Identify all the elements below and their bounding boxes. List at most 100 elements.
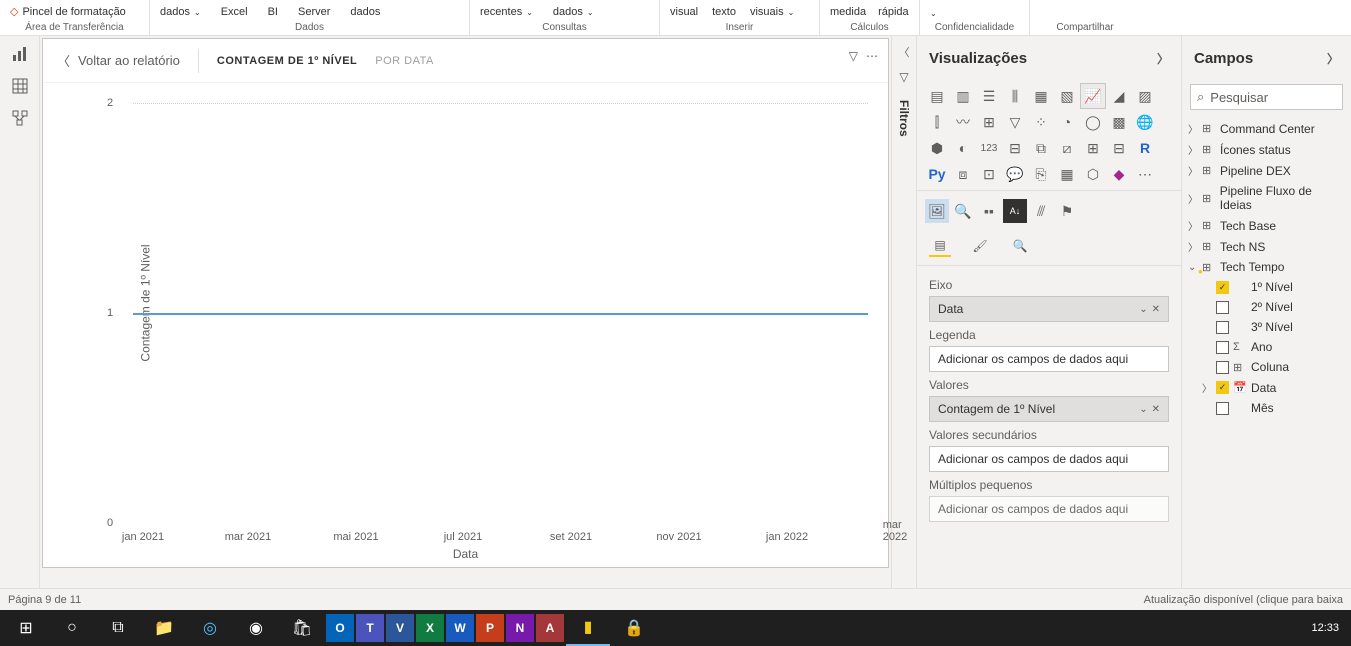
more-visuals-icon[interactable]: ⋯ (1133, 162, 1157, 186)
100-column-icon[interactable]: ▧ (1055, 84, 1079, 108)
donut-icon[interactable]: ◯ (1081, 110, 1105, 134)
model-view-icon[interactable] (10, 108, 30, 128)
fields-search-input[interactable]: ⌕ Pesquisar (1190, 84, 1343, 110)
visual-canvas[interactable]: 〈 Voltar ao relatório CONTAGEM DE 1º NÍV… (42, 38, 889, 568)
stacked-area-icon[interactable]: ▨ (1133, 84, 1157, 108)
map-icon[interactable]: 🌐 (1133, 110, 1157, 134)
chevron-down-icon[interactable]: ⌄ (1139, 404, 1147, 415)
powerbi-icon[interactable]: ▮ (566, 610, 610, 646)
field-mes[interactable]: Mês (1210, 398, 1351, 418)
chevron-right-icon[interactable]: 〉 (1327, 50, 1339, 67)
secondary-well[interactable]: Adicionar os campos de dados aqui (929, 446, 1169, 472)
values-well[interactable]: Contagem de 1º Nível ⌄✕ (929, 396, 1169, 422)
back-to-report-button[interactable]: 〈 Voltar ao relatório (57, 51, 180, 70)
line-column-icon[interactable]: ⫿ (925, 110, 949, 134)
ribbon-conf[interactable]: ⌄ (930, 9, 1019, 20)
data-view-icon[interactable] (10, 76, 30, 96)
slicer-icon[interactable]: ⧄ (1055, 136, 1079, 160)
checkbox-icon[interactable] (1216, 301, 1229, 314)
kpi-icon[interactable]: ⧉ (1029, 136, 1053, 160)
excel-icon[interactable]: X (416, 614, 444, 642)
ribbon-dados2[interactable]: dados (350, 6, 380, 20)
ribbon-dados[interactable]: dados⌄ (160, 6, 201, 20)
checkbox-icon[interactable] (1216, 361, 1229, 374)
search-button[interactable]: ○ (50, 610, 94, 646)
clustered-bar-icon[interactable]: ☰ (977, 84, 1001, 108)
field-3-nivel[interactable]: 3º Nível (1210, 317, 1351, 337)
chevron-down-icon[interactable]: ⌄ (1139, 304, 1147, 315)
treemap-icon[interactable]: ▩ (1107, 110, 1131, 134)
field-data[interactable]: 〉✓📅Data (1210, 377, 1351, 398)
search-icon[interactable]: 🔍 (951, 199, 975, 223)
report-view-icon[interactable] (10, 44, 30, 64)
ribbon-recentes[interactable]: recentes⌄ (480, 6, 533, 20)
table-tech-base[interactable]: 〉⊞Tech Base (1182, 215, 1351, 236)
checkbox-icon[interactable] (1216, 402, 1229, 415)
pie-icon[interactable]: ◔ (1055, 110, 1079, 134)
legend-well[interactable]: Adicionar os campos de dados aqui (929, 346, 1169, 372)
flag-icon[interactable]: ⚑ (1055, 199, 1079, 223)
arcgis-icon[interactable]: ⬡ (1081, 162, 1105, 186)
chevron-right-icon[interactable]: 〉 (1157, 50, 1169, 67)
decomposition-icon[interactable]: ⊡ (977, 162, 1001, 186)
table-pipeline-fluxo[interactable]: 〉⊞Pipeline Fluxo de Ideias (1182, 181, 1351, 215)
powerpoint-icon[interactable]: P (476, 614, 504, 642)
task-view-icon[interactable]: ⧉ (96, 610, 140, 646)
word-icon[interactable]: W (446, 614, 474, 642)
outlook-icon[interactable]: O (326, 614, 354, 642)
multiples-well[interactable]: Adicionar os campos de dados aqui (929, 496, 1169, 522)
page-indicator[interactable]: Página 9 de 11 (8, 594, 81, 606)
gauge-icon[interactable]: ◐ (951, 136, 975, 160)
field-1-nivel[interactable]: ✓1º Nível (1210, 277, 1351, 297)
chrome-icon[interactable]: ◉ (234, 610, 278, 646)
ribbon-server[interactable]: Server (298, 6, 330, 20)
table-pipeline-dex[interactable]: 〉⊞Pipeline DEX (1182, 160, 1351, 181)
filters-pane-collapsed[interactable]: 〈 ▽ Filtros (891, 36, 916, 588)
ribbon-visuais[interactable]: visuais⌄ (750, 6, 794, 20)
sort-icon[interactable]: A↓ (1003, 199, 1027, 223)
stacked-bar-icon[interactable]: ▤ (925, 84, 949, 108)
table-icon[interactable]: ⊞ (1081, 136, 1105, 160)
r-visual-icon[interactable]: R (1133, 136, 1157, 160)
clustered-column-icon[interactable]: ⫼ (1003, 84, 1027, 108)
image-icon[interactable]: 🖼 (925, 199, 949, 223)
line-chart-icon[interactable]: 📈 (1081, 84, 1105, 108)
table-tech-ns[interactable]: 〉⊞Tech NS (1182, 236, 1351, 257)
drill-icon[interactable]: ▪▪ (977, 199, 1001, 223)
ribbon-chart-icon[interactable]: 〰 (951, 110, 975, 134)
key-influencers-icon[interactable]: ⧈ (951, 162, 975, 186)
table-icones-status[interactable]: 〉⊞Ícones status (1182, 139, 1351, 160)
paginated-icon[interactable]: ▦ (1055, 162, 1079, 186)
table-tech-tempo[interactable]: ⌄⊞●Tech Tempo (1182, 257, 1351, 277)
update-notice[interactable]: Atualização disponível (clique para baix… (1144, 594, 1343, 606)
table-command-center[interactable]: 〉⊞Command Center (1182, 118, 1351, 139)
visio-icon[interactable]: V (386, 614, 414, 642)
powerapps-icon[interactable]: ◆ (1107, 162, 1131, 186)
group-icon[interactable]: ⫻ (1029, 199, 1053, 223)
ribbon-texto[interactable]: texto (712, 6, 736, 20)
fields-tab-icon[interactable]: ▤ (929, 235, 951, 257)
multi-card-icon[interactable]: ⊟ (1003, 136, 1027, 160)
ribbon-rapida[interactable]: rápida (878, 6, 909, 20)
checkbox-icon[interactable] (1216, 321, 1229, 334)
format-tab-icon[interactable]: 🖌 (969, 235, 991, 257)
ribbon-medida[interactable]: medida (830, 6, 866, 20)
ribbon-bi[interactable]: BI (268, 6, 278, 20)
narrative-icon[interactable]: ⎘ (1029, 162, 1053, 186)
axis-well[interactable]: Data ⌄✕ (929, 296, 1169, 322)
chevron-left-icon[interactable]: 〈 (899, 44, 910, 60)
ribbon-excel[interactable]: Excel (221, 6, 248, 20)
start-button[interactable]: ⊞ (4, 610, 48, 646)
stacked-column-icon[interactable]: ▥ (951, 84, 975, 108)
python-visual-icon[interactable]: Py (925, 162, 949, 186)
store-icon[interactable]: 🛍 (280, 610, 324, 646)
waterfall-icon[interactable]: ⊞ (977, 110, 1001, 134)
explorer-icon[interactable]: 📁 (142, 610, 186, 646)
filled-map-icon[interactable]: ⬢ (925, 136, 949, 160)
analytics-tab-icon[interactable]: 🔍 (1009, 235, 1031, 257)
field-coluna[interactable]: ⊞Coluna (1210, 357, 1351, 377)
format-painter-button[interactable]: ◇Pincel de formatação (10, 5, 139, 20)
qa-icon[interactable]: 💬 (1003, 162, 1027, 186)
ribbon-visual[interactable]: visual (670, 6, 698, 20)
ribbon-dados3[interactable]: dados⌄ (553, 6, 594, 20)
